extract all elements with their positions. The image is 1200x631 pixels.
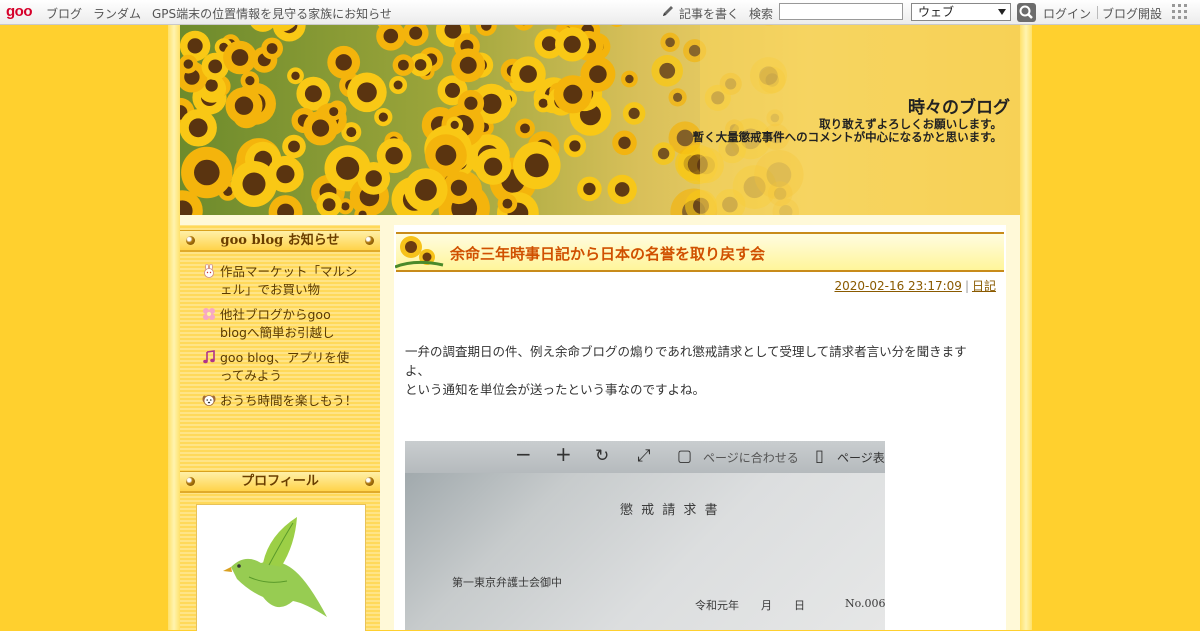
search-input[interactable] bbox=[779, 3, 903, 20]
search-button[interactable] bbox=[1017, 3, 1036, 22]
entry-body: 一弁の調査期日の件、例え余命ブログの煽りであれ懲戒請求として受理して請求者言い分… bbox=[405, 342, 995, 399]
fit-page-icon: ▢ bbox=[677, 446, 692, 465]
page-icon: ▯ bbox=[815, 446, 824, 465]
doc-title: 懲 戒 請 求 書 bbox=[620, 499, 720, 518]
entry-title-bar: 余命三年時事日記から日本の名誉を取り戻す会 bbox=[396, 232, 1004, 272]
toolbar-divider bbox=[1097, 6, 1098, 19]
notice-text: 作品マーケット「マルシェル」でお買い物 bbox=[220, 264, 358, 297]
doc-addressee: 第一東京弁護士会御中 bbox=[452, 574, 562, 590]
dog-icon bbox=[202, 393, 216, 407]
notice-item[interactable]: goo blog、アプリを使ってみよう bbox=[200, 349, 360, 385]
sidebar: goo blog お知らせ 作品マーケット「マルシェル」でお買い物 他社ブログか… bbox=[180, 225, 380, 630]
search-label: 検索 bbox=[749, 5, 773, 22]
global-toolbar: goo ブログ ランダム GPS端末の位置情報を見守る家族にお知らせ 記事を書く… bbox=[0, 0, 1200, 25]
flower-icon bbox=[202, 307, 216, 321]
search-scope-select[interactable]: ウェブ bbox=[911, 3, 1011, 21]
page-edge-left bbox=[168, 25, 180, 630]
notice-heading: goo blog お知らせ bbox=[180, 230, 380, 252]
profile-heading: プロフィール bbox=[180, 471, 380, 493]
blog-page: 時々のブログ 取り敢えずよろしくお願いします。 暫く大量懲戒事件へのコメントが中… bbox=[180, 25, 1020, 630]
page-edge-right bbox=[1020, 25, 1032, 630]
photo-viewer-toolbar: − + ↻ ⤢ ▢ ページに合わせる ▯ ページ表示 bbox=[405, 441, 885, 473]
login-link[interactable]: ログイン bbox=[1043, 5, 1091, 22]
doc-number: No.006 bbox=[845, 597, 885, 610]
write-article-link[interactable]: 記事を書く bbox=[679, 5, 739, 22]
entry-text-line: という通知を単位会が送ったという事なのですよね。 bbox=[405, 380, 995, 399]
rivet-icon bbox=[365, 236, 374, 245]
entry-title-link[interactable]: 余命三年時事日記から日本の名誉を取り戻す会 bbox=[450, 243, 765, 264]
music-note-icon bbox=[202, 350, 216, 364]
doc-date: 令和元年 月 日 bbox=[695, 597, 805, 613]
notice-text: 他社ブログからgoo blogへ簡単お引越し bbox=[220, 307, 335, 340]
rivet-icon bbox=[186, 236, 195, 245]
notice-list: 作品マーケット「マルシェル」でお買い物 他社ブログからgoo blogへ簡単お引… bbox=[200, 263, 360, 417]
minus-icon: − bbox=[515, 442, 532, 466]
entry-meta: 2020-02-16 23:17:09 |日記 bbox=[834, 277, 996, 294]
rabbit-icon bbox=[202, 264, 216, 278]
profile-image[interactable] bbox=[196, 504, 366, 631]
toolbar-link-gps-notice[interactable]: GPS端末の位置情報を見守る家族にお知らせ bbox=[152, 5, 392, 22]
notice-item[interactable]: 他社ブログからgoo blogへ簡単お引越し bbox=[200, 306, 360, 342]
main-content: 余命三年時事日記から日本の名誉を取り戻す会 2020-02-16 23:17:0… bbox=[394, 225, 1006, 630]
expand-icon: ⤢ bbox=[637, 446, 651, 466]
blog-title[interactable]: 時々のブログ bbox=[908, 93, 1010, 118]
meta-separator: | bbox=[965, 279, 969, 293]
toolbar-link-blog[interactable]: ブログ bbox=[46, 5, 82, 22]
toolbar-link-random[interactable]: ランダム bbox=[93, 5, 141, 22]
entry-photo[interactable]: − + ↻ ⤢ ▢ ページに合わせる ▯ ページ表示 懲 戒 請 求 書 第一東… bbox=[405, 441, 885, 630]
fit-page-label: ページに合わせる bbox=[703, 449, 799, 466]
entry-text-line: 一弁の調査期日の件、例え余命ブログの煽りであれ懲戒請求として受理して請求者言い分… bbox=[405, 342, 995, 361]
sunflower-icon bbox=[395, 231, 447, 271]
notice-text: goo blog、アプリを使ってみよう bbox=[220, 350, 349, 383]
entry-datetime-link[interactable]: 2020-02-16 23:17:09 bbox=[834, 279, 961, 293]
rivet-icon bbox=[186, 477, 195, 486]
entry-category-link[interactable]: 日記 bbox=[972, 279, 996, 293]
notice-text: おうち時間を楽しもう！ bbox=[220, 393, 357, 408]
blog-description-line: 暫く大量懲戒事件へのコメントが中心になるかと思います。 bbox=[693, 131, 1002, 144]
entry-text-line: よ、 bbox=[405, 361, 995, 380]
open-blog-link[interactable]: ブログ開設 bbox=[1102, 5, 1162, 22]
notice-heading-label: goo blog お知らせ bbox=[220, 233, 339, 248]
chevron-down-icon bbox=[998, 9, 1006, 15]
search-scope-value: ウェブ bbox=[918, 5, 954, 19]
rivet-icon bbox=[365, 477, 374, 486]
blog-header: 時々のブログ 取り敢えずよろしくお願いします。 暫く大量懲戒事件へのコメントが中… bbox=[180, 25, 1020, 215]
pencil-icon bbox=[661, 4, 675, 18]
notice-item[interactable]: 作品マーケット「マルシェル」でお買い物 bbox=[200, 263, 360, 299]
search-icon bbox=[1017, 3, 1036, 22]
plus-icon: + bbox=[555, 442, 572, 466]
profile-heading-label: プロフィール bbox=[241, 474, 319, 489]
notice-item[interactable]: おうち時間を楽しもう！ bbox=[200, 392, 360, 410]
goo-logo[interactable]: goo bbox=[6, 3, 32, 20]
page-view-label: ページ表示 bbox=[837, 449, 885, 466]
rotate-icon: ↻ bbox=[595, 446, 609, 466]
blog-description: 取り敢えずよろしくお願いします。 暫く大量懲戒事件へのコメントが中心になるかと思… bbox=[693, 118, 1002, 144]
apps-grid-icon[interactable] bbox=[1172, 4, 1190, 22]
green-bird-image bbox=[197, 505, 365, 631]
